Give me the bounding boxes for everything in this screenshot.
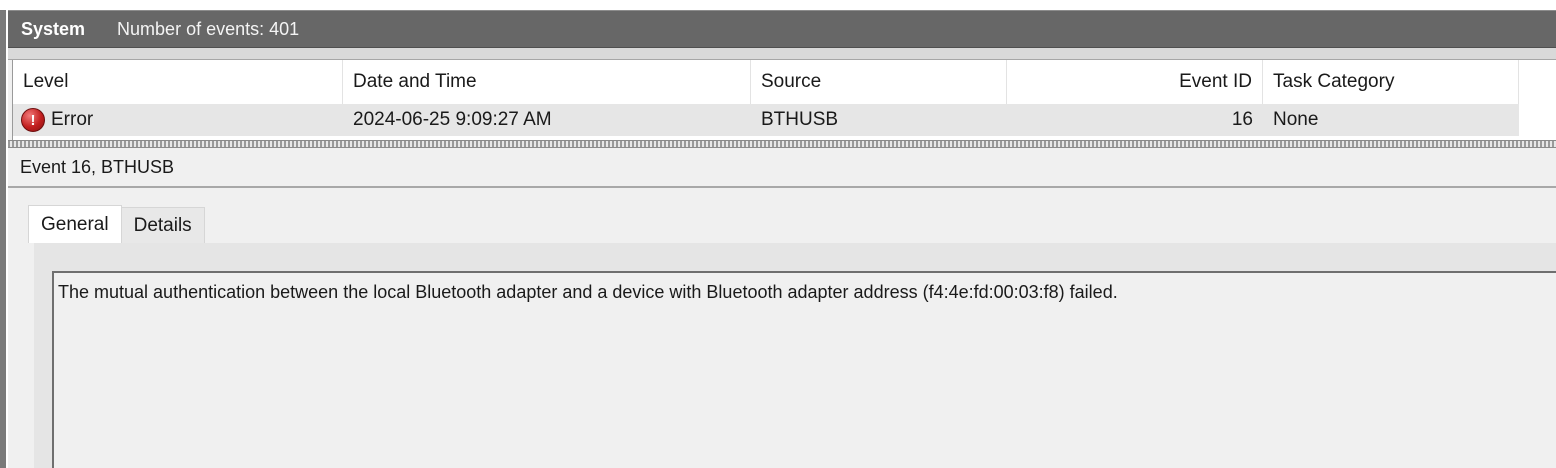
error-icon: ! <box>21 108 45 132</box>
top-strip <box>0 0 1556 10</box>
cell-source: BTHUSB <box>761 109 839 130</box>
event-count: Number of events: 401 <box>117 18 300 39</box>
event-message-textbox[interactable]: The mutual authentication between the lo… <box>52 271 1556 468</box>
cell-level: ! Error <box>13 104 343 136</box>
event-detail-title: Event 16, BTHUSB <box>8 148 1556 188</box>
column-header-source[interactable]: Source <box>751 60 1007 104</box>
level-text: Error <box>51 109 94 130</box>
detail-tabs: General Details <box>28 205 205 243</box>
list-header: Level Date and Time Source Event ID Task… <box>13 60 1519 104</box>
column-header-task-category[interactable]: Task Category <box>1263 60 1519 104</box>
pane-splitter[interactable] <box>8 140 1556 148</box>
table-row[interactable]: ! Error 2024-06-25 9:09:27 AM BTHUSB 16 … <box>13 104 1519 136</box>
column-header-level[interactable]: Level <box>13 60 343 104</box>
log-name: System <box>21 18 86 39</box>
cell-date-time: 2024-06-25 9:09:27 AM <box>353 109 552 130</box>
header-separator <box>8 48 1556 60</box>
column-header-date-time[interactable]: Date and Time <box>343 60 751 104</box>
cell-event-id: 16 <box>1231 109 1253 130</box>
window-frame-line <box>6 10 8 468</box>
cell-task-category: None <box>1273 109 1319 130</box>
log-header-bar: System Number of events: 401 <box>8 10 1556 48</box>
tab-details[interactable]: Details <box>121 207 205 243</box>
column-header-event-id[interactable]: Event ID <box>1007 60 1263 104</box>
events-list[interactable]: Level Date and Time Source Event ID Task… <box>12 60 1556 140</box>
tab-general[interactable]: General <box>28 205 122 243</box>
